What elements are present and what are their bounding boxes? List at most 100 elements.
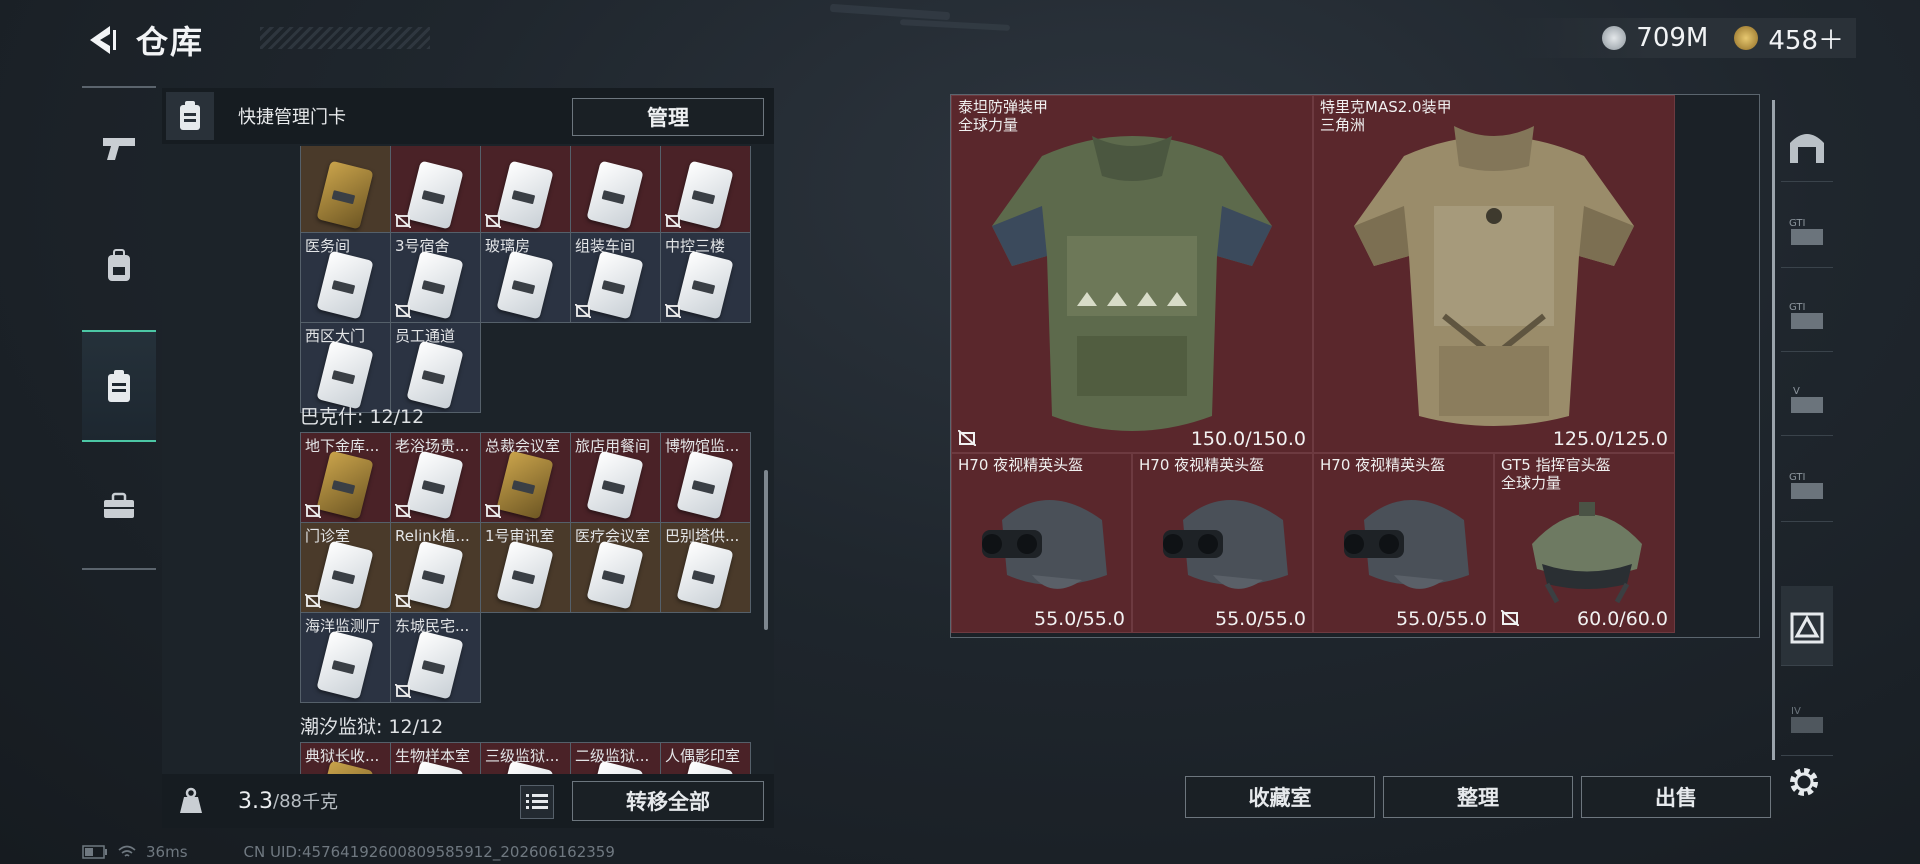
manage-button[interactable]: 管理 <box>572 98 764 136</box>
expansion-case-2-icon: GTI <box>1789 302 1823 329</box>
collection-room-button[interactable]: 收藏室 <box>1185 776 1375 818</box>
keycard-image <box>586 250 644 320</box>
scrollbar[interactable] <box>764 470 768 630</box>
item-name-line: 特里克MAS2.0装甲 <box>1320 98 1452 116</box>
category-rail <box>82 86 156 570</box>
keycard-image <box>316 160 374 230</box>
stash-item-armor[interactable]: 特里克MAS2.0装甲 三角洲 125.0/125.0 <box>1313 95 1675 453</box>
tab-armor-case[interactable] <box>1781 586 1833 666</box>
keycard-name: 总裁会议室 <box>485 437 561 455</box>
gold-coin-icon <box>1734 26 1759 50</box>
item-durability: 60.0/60.0 <box>1576 608 1668 630</box>
bound-lock-icon <box>575 304 591 318</box>
keycard-slot[interactable]: 医疗会议室 <box>571 523 661 613</box>
page-header: 仓库 <box>80 18 204 62</box>
weight-current: 3.3 <box>238 788 273 814</box>
keycard-slot[interactable]: 海洋监测厅 <box>301 613 391 703</box>
item-name: H70 夜视精英头盔 <box>1320 456 1446 474</box>
keycard-grid: 地下金库... 老浴场贵... 总裁会议室 旅店用餐间 博物馆监... 门诊室 Relink… <box>300 432 751 703</box>
keycard-slot[interactable]: 旅店用餐间 <box>571 433 661 523</box>
transfer-all-button[interactable]: 转移全部 <box>572 781 764 821</box>
stash-item-helmet[interactable]: GT5 指挥官头盔 全球力量 60.0/60.0 <box>1494 453 1675 633</box>
stash-item-helmet[interactable]: H70 夜视精英头盔 55.0/55.0 <box>1313 453 1494 633</box>
keycard-image <box>406 340 464 410</box>
keycard-slot[interactable] <box>481 146 571 233</box>
tab-weapons[interactable] <box>82 98 156 198</box>
keycard-slot[interactable] <box>301 146 391 233</box>
keycard-name: 旅店用餐间 <box>575 437 651 455</box>
keycard-slot[interactable]: 地下金库... <box>301 433 391 523</box>
keycard-slot[interactable]: 中控三楼 <box>661 233 751 323</box>
keycard-image <box>496 250 554 320</box>
silver-currency-value: 709M <box>1636 23 1709 53</box>
item-name: H70 夜视精英头盔 <box>958 456 1084 474</box>
keycard-slot[interactable]: 1号审讯室 <box>481 523 571 613</box>
keycard-slot[interactable]: 医务间 <box>301 233 391 323</box>
back-button[interactable] <box>80 18 124 62</box>
stash-page-rail: GTI GTI V GTI IV <box>1772 100 1833 760</box>
item-name-line: 泰坦防弹装甲 <box>958 98 1049 116</box>
keycard-image <box>586 160 644 230</box>
bound-lock-icon <box>958 430 976 446</box>
stash-item-helmet[interactable]: H70 夜视精英头盔 55.0/55.0 <box>951 453 1132 633</box>
tab-expansion-case[interactable]: GTI <box>1781 196 1833 268</box>
tab-equipment-case[interactable] <box>82 456 156 556</box>
briefcase-icon <box>104 492 134 518</box>
bound-lock-icon <box>395 684 411 698</box>
gear-icon <box>1790 768 1818 796</box>
tab-expansion-case[interactable]: V <box>1781 364 1833 436</box>
bound-lock-icon <box>395 304 411 318</box>
tab-expansion-case[interactable]: GTI <box>1781 280 1833 352</box>
gold-currency-value[interactable]: 458＋ <box>1768 20 1844 57</box>
keycard-slot[interactable]: 员工通道 <box>391 323 481 413</box>
keycard-image <box>406 250 464 320</box>
keycard-slot[interactable]: 巴别塔供... <box>661 523 751 613</box>
sell-button[interactable]: 出售 <box>1581 776 1771 818</box>
stash-item-helmet[interactable]: H70 夜视精英头盔 55.0/55.0 <box>1132 453 1313 633</box>
keycard-slot[interactable] <box>661 146 751 233</box>
settings-button[interactable] <box>1782 760 1826 804</box>
keycard-list[interactable]: 医务间 3号宿舍 玻璃房 组装车间 中控三楼 西区大门 员工通道 巴克什: 12/12 地下… <box>162 146 774 780</box>
keycard-slot[interactable]: 西区大门 <box>301 323 391 413</box>
keycard-slot[interactable] <box>571 146 661 233</box>
keycard-name: 西区大门 <box>305 327 366 345</box>
user-id: CN UID:457641926008095859​12_20260616235… <box>243 843 615 861</box>
commander-helmet-image <box>1532 502 1642 604</box>
keycard-name: 医疗会议室 <box>575 527 651 545</box>
keycard-name: 典狱长收... <box>305 747 380 765</box>
keycard-holder-icon <box>180 101 200 130</box>
keycard-image <box>586 450 644 520</box>
item-durability: 55.0/55.0 <box>1214 608 1306 630</box>
case-tag: GTI <box>1789 218 1805 229</box>
stash-item-armor[interactable]: 泰坦防弹装甲 全球力量 150.0/150.0 <box>951 95 1313 453</box>
tab-stash-main[interactable] <box>1781 110 1833 182</box>
tab-backpack[interactable] <box>82 216 156 316</box>
stash-actions: 收藏室 整理 出售 <box>1185 776 1771 818</box>
keycard-slot[interactable]: 博物馆监... <box>661 433 751 523</box>
keycard-panel: 快捷管理门卡 管理 医务间 3号宿舍 玻璃房 组装车间 中控三楼 西区大门 员工通道 巴克什… <box>162 88 774 828</box>
keycard-name: 医务间 <box>305 237 351 255</box>
keycard-name: 东城民宅... <box>395 617 470 635</box>
keycard-slot[interactable]: 3号宿舍 <box>391 233 481 323</box>
tab-expansion-case[interactable]: GTI <box>1781 450 1833 522</box>
tab-expansion-case[interactable]: IV <box>1781 684 1833 756</box>
keycard-slot[interactable]: 总裁会议室 <box>481 433 571 523</box>
keycard-image <box>406 160 464 230</box>
sort-button[interactable]: 整理 <box>1383 776 1573 818</box>
keycard-name: 三级监狱... <box>485 747 560 765</box>
keycard-slot[interactable] <box>391 146 481 233</box>
keycard-slot[interactable]: 门诊室 <box>301 523 391 613</box>
case-tag: V <box>1793 386 1800 397</box>
armor-case-icon <box>1790 612 1824 643</box>
nvg-helmet-image <box>982 500 1107 589</box>
keycard-slot[interactable]: 组装车间 <box>571 233 661 323</box>
keycard-slot[interactable]: 老浴场贵... <box>391 433 481 523</box>
tab-keycards[interactable] <box>82 330 156 442</box>
keycard-slot[interactable]: Relink植... <box>391 523 481 613</box>
list-view-button[interactable] <box>520 785 554 819</box>
expansion-case-5-icon: IV <box>1791 706 1823 733</box>
keycard-slot[interactable]: 东城民宅... <box>391 613 481 703</box>
keycard-slot[interactable]: 玻璃房 <box>481 233 571 323</box>
nvg-helmet-image <box>1344 500 1469 589</box>
wifi-icon <box>118 845 136 857</box>
